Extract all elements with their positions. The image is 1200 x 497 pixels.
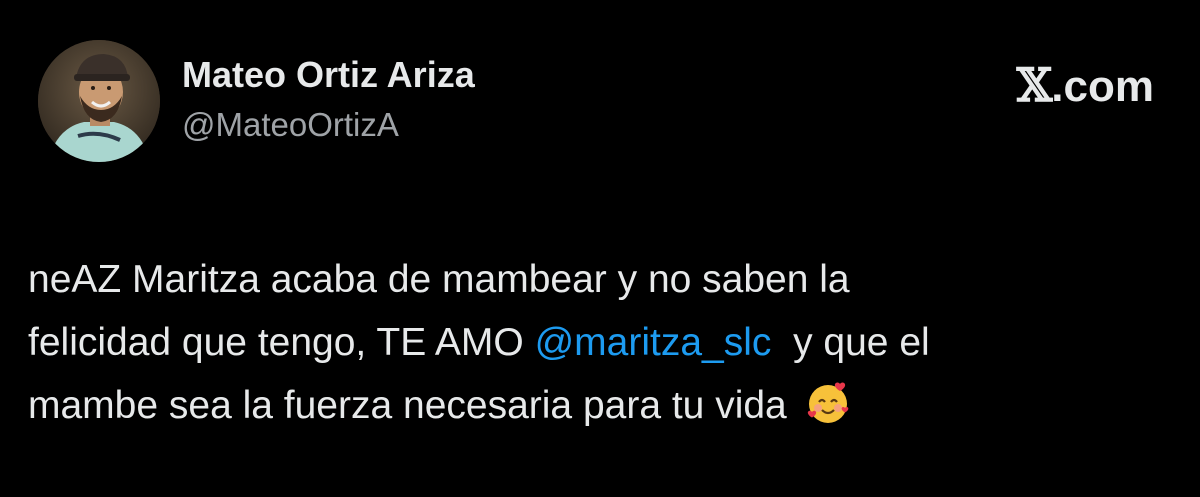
tweet-header: Mateo Ortiz Ariza @MateoOrtizA 𝕏 .com [38,40,1168,170]
brand-domain: .com [1051,62,1154,111]
author-display-name[interactable]: Mateo Ortiz Ariza [182,54,475,96]
tweet-card: Mateo Ortiz Ariza @MateoOrtizA 𝕏 .com ne… [0,0,1200,497]
avatar[interactable] [38,40,160,162]
avatar-photo-icon [38,40,160,162]
x-logo-icon: 𝕏 [1016,58,1053,112]
x-com-brand: 𝕏 .com [1017,60,1154,112]
author-info: Mateo Ortiz Ariza @MateoOrtizA [182,54,475,144]
tweet-line-2-end: y que el [771,321,930,364]
smiling-face-with-hearts-emoji-icon [807,382,848,423]
tweet-text: neAZ Maritza acaba de mambear y no saben… [28,248,1188,437]
mention-link[interactable]: @maritza_slc [535,321,772,364]
tweet-line-2-start: felicidad que tengo, TE AMO [28,321,535,364]
tweet-line-1: neAZ Maritza acaba de mambear y no saben… [28,258,850,301]
tweet-line-3: mambe sea la fuerza necesaria para tu vi… [28,384,798,427]
author-handle[interactable]: @MateoOrtizA [182,106,475,144]
